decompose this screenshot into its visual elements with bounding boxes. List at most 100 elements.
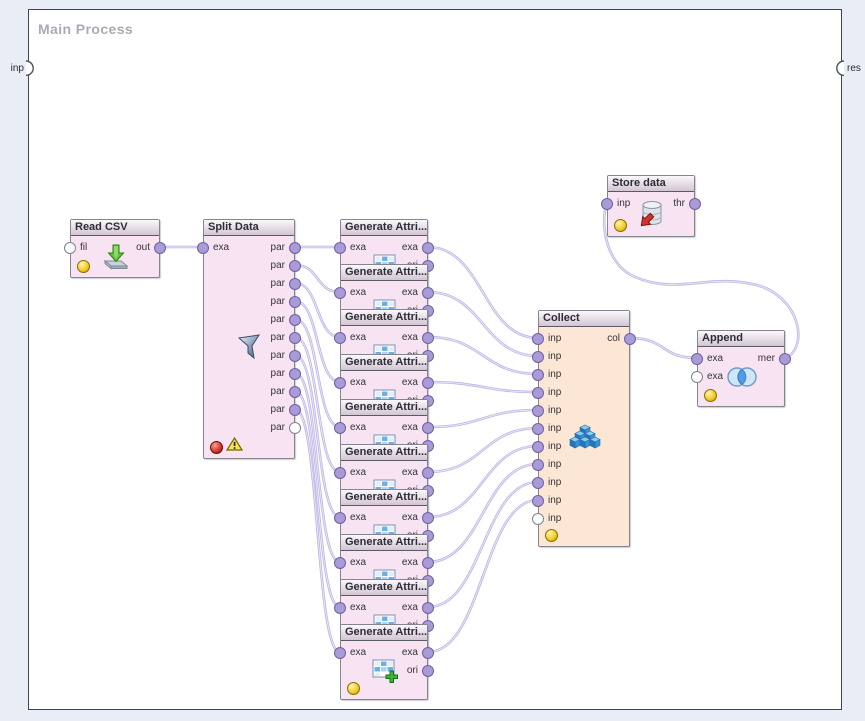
- port-append-in-0-exa[interactable]: [691, 353, 703, 365]
- port-label: exa: [350, 287, 366, 299]
- port-label: ori: [407, 665, 418, 677]
- operator-title: Collect: [539, 311, 629, 327]
- port-generate_attributes_6-out-0-exa[interactable]: [422, 467, 434, 479]
- port-label: exa: [402, 512, 418, 524]
- operator-title: Generate Attri...: [341, 265, 427, 281]
- port-generate_attributes_3-in-0-exa[interactable]: [334, 332, 346, 344]
- port-label: inp: [548, 477, 561, 489]
- port-collect-in-8-inp[interactable]: [532, 477, 544, 489]
- port-collect-in-1-inp[interactable]: [532, 351, 544, 363]
- port-label: par: [271, 278, 285, 290]
- port-collect-in-2-inp[interactable]: [532, 369, 544, 381]
- port-label: exa: [350, 512, 366, 524]
- port-generate_attributes_3-out-0-exa[interactable]: [422, 332, 434, 344]
- port-generate_attributes_10-out-1-ori[interactable]: [422, 665, 434, 677]
- port-label: exa: [402, 377, 418, 389]
- port-label: inp: [548, 405, 561, 417]
- port-label: inp: [548, 513, 561, 525]
- operator-layer: Read CSVfiloutSplit Dataexaparparparparp…: [0, 0, 865, 721]
- port-split_data-out-2-par[interactable]: [289, 278, 301, 290]
- operator-title: Generate Attri...: [341, 220, 427, 236]
- port-generate_attributes_2-in-0-exa[interactable]: [334, 287, 346, 299]
- status-led-error: [210, 441, 223, 454]
- operator-title: Read CSV: [71, 220, 159, 236]
- port-collect-in-10-inp[interactable]: [532, 513, 544, 525]
- port-label: mer: [758, 353, 775, 365]
- port-generate_attributes_7-out-0-exa[interactable]: [422, 512, 434, 524]
- port-split_data-out-1-par[interactable]: [289, 260, 301, 272]
- port-label: inp: [617, 198, 630, 210]
- port-generate_attributes_1-out-0-exa[interactable]: [422, 242, 434, 254]
- operator-title: Generate Attri...: [341, 445, 427, 461]
- status-led-ok: [614, 219, 627, 232]
- operator-title: Generate Attri...: [341, 400, 427, 416]
- operator-read_csv[interactable]: Read CSVfilout: [70, 219, 160, 278]
- operator-generate_attributes_10[interactable]: Generate Attri...exaexaori: [340, 624, 428, 700]
- port-label: exa: [402, 422, 418, 434]
- port-store_data-out-0-thr[interactable]: [689, 198, 701, 210]
- port-generate_attributes_4-out-0-exa[interactable]: [422, 377, 434, 389]
- port-label: inp: [548, 351, 561, 363]
- port-append-in-1-exa[interactable]: [691, 371, 703, 383]
- port-label: exa: [350, 557, 366, 569]
- port-label: par: [271, 242, 285, 254]
- port-store_data-in-0-inp[interactable]: [601, 198, 613, 210]
- funnel-icon: [237, 334, 263, 367]
- port-generate_attributes_9-in-0-exa[interactable]: [334, 602, 346, 614]
- port-split_data-in-0-exa[interactable]: [197, 242, 209, 254]
- port-label: exa: [350, 422, 366, 434]
- operator-store_data[interactable]: Store datainpthr: [607, 175, 695, 237]
- port-split_data-out-5-par[interactable]: [289, 332, 301, 344]
- port-split_data-out-4-par[interactable]: [289, 314, 301, 326]
- port-collect-in-5-inp[interactable]: [532, 423, 544, 435]
- operator-split_data[interactable]: Split Dataexaparparparparparparparparpar…: [203, 219, 295, 459]
- port-label: fil: [80, 242, 87, 254]
- port-label: inp: [548, 459, 561, 471]
- operator-title: Generate Attri...: [341, 580, 427, 596]
- operator-collect[interactable]: Collectinpinpinpinpinpinpinpinpinpinpinp…: [538, 310, 630, 547]
- port-label: exa: [402, 557, 418, 569]
- port-split_data-out-3-par[interactable]: [289, 296, 301, 308]
- port-label: par: [271, 368, 285, 380]
- port-generate_attributes_1-in-0-exa[interactable]: [334, 242, 346, 254]
- port-generate_attributes_5-in-0-exa[interactable]: [334, 422, 346, 434]
- port-read_csv-in-0-fil[interactable]: [64, 242, 76, 254]
- port-generate_attributes_8-out-0-exa[interactable]: [422, 557, 434, 569]
- port-label: inp: [548, 495, 561, 507]
- port-read_csv-out-0-out[interactable]: [154, 242, 166, 254]
- port-generate_attributes_2-out-0-exa[interactable]: [422, 287, 434, 299]
- port-split_data-out-9-par[interactable]: [289, 404, 301, 416]
- port-generate_attributes_10-out-0-exa[interactable]: [422, 647, 434, 659]
- port-split_data-out-8-par[interactable]: [289, 386, 301, 398]
- port-collect-in-6-inp[interactable]: [532, 441, 544, 453]
- port-collect-out-0-col[interactable]: [624, 333, 636, 345]
- port-label: par: [271, 296, 285, 308]
- port-generate_attributes_9-out-0-exa[interactable]: [422, 602, 434, 614]
- port-generate_attributes_6-in-0-exa[interactable]: [334, 467, 346, 479]
- port-collect-in-3-inp[interactable]: [532, 387, 544, 399]
- canvas-input-port-label: inp: [6, 63, 24, 74]
- port-append-out-0-mer[interactable]: [779, 353, 791, 365]
- port-label: par: [271, 260, 285, 272]
- port-collect-in-0-inp[interactable]: [532, 333, 544, 345]
- port-generate_attributes_8-in-0-exa[interactable]: [334, 557, 346, 569]
- port-collect-in-4-inp[interactable]: [532, 405, 544, 417]
- port-generate_attributes_4-in-0-exa[interactable]: [334, 377, 346, 389]
- port-label: exa: [350, 647, 366, 659]
- process-editor-window: Main Process Read CSVfiloutSplit Dataexa…: [0, 0, 865, 721]
- port-generate_attributes_7-in-0-exa[interactable]: [334, 512, 346, 524]
- port-generate_attributes_5-out-0-exa[interactable]: [422, 422, 434, 434]
- port-split_data-out-10-par[interactable]: [289, 422, 301, 434]
- warning-icon: [226, 437, 243, 456]
- port-split_data-out-0-par[interactable]: [289, 242, 301, 254]
- port-generate_attributes_10-in-0-exa[interactable]: [334, 647, 346, 659]
- port-label: exa: [350, 332, 366, 344]
- operator-append[interactable]: Appendexaexamer: [697, 330, 785, 407]
- port-label: inp: [548, 387, 561, 399]
- port-split_data-out-6-par[interactable]: [289, 350, 301, 362]
- port-label: exa: [402, 287, 418, 299]
- port-collect-in-9-inp[interactable]: [532, 495, 544, 507]
- port-label: exa: [350, 377, 366, 389]
- port-collect-in-7-inp[interactable]: [532, 459, 544, 471]
- port-split_data-out-7-par[interactable]: [289, 368, 301, 380]
